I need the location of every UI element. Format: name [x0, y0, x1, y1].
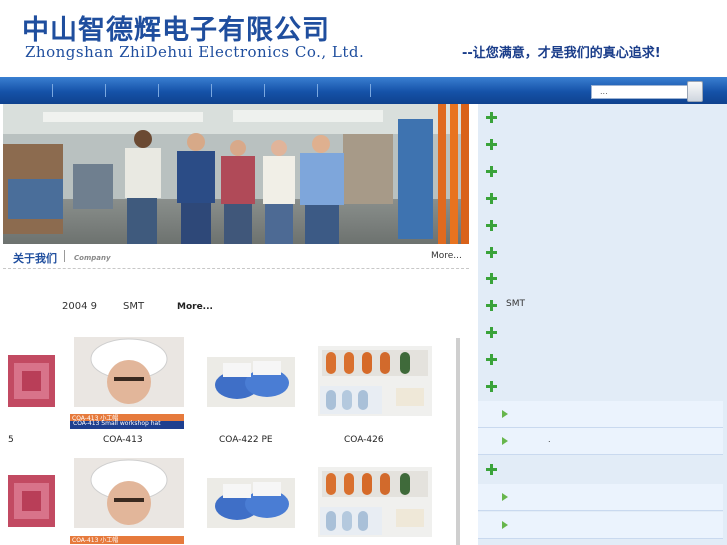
nav-separator	[105, 84, 106, 97]
product-tag-en: COA-413 Small workshop hat	[73, 420, 161, 427]
category-item[interactable]	[478, 240, 727, 266]
product-image-shoe-cover[interactable]	[207, 357, 295, 407]
nav-separator	[370, 84, 371, 97]
product-image-finger-cots[interactable]	[318, 346, 432, 416]
nav-separator	[52, 84, 53, 97]
category-item[interactable]	[478, 320, 727, 346]
subcategory-item[interactable]: .	[478, 428, 723, 455]
product-tag: COA-413 小工帽	[72, 537, 119, 544]
plus-icon	[486, 300, 497, 311]
news-more-link[interactable]: More...	[177, 302, 213, 312]
category-item[interactable]: SMT	[478, 293, 727, 319]
company-name-cn: 中山智德辉电子有限公司	[22, 15, 330, 46]
subcategory-item[interactable]	[478, 512, 723, 539]
category-item[interactable]	[478, 213, 727, 239]
product-image-workshop-hat[interactable]	[74, 337, 184, 407]
news-tag[interactable]: SMT	[123, 301, 144, 312]
site-header: 中山智德辉电子有限公司 Zhongshan ZhiDehui Electroni…	[0, 0, 727, 76]
arrow-right-icon	[502, 493, 508, 501]
plus-icon	[486, 273, 497, 284]
category-label: SMT	[506, 299, 525, 309]
category-item[interactable]	[478, 132, 727, 158]
news-date[interactable]: 2004 9	[62, 301, 97, 312]
plus-icon	[486, 327, 497, 338]
arrow-right-icon	[502, 437, 508, 445]
arrow-right-icon	[502, 521, 508, 529]
plus-icon	[486, 193, 497, 204]
scroll-track[interactable]	[456, 338, 460, 545]
nav-separator	[211, 84, 212, 97]
nav-separator	[264, 84, 265, 97]
arrow-right-icon	[502, 410, 508, 418]
product-image-finger-cots[interactable]	[318, 467, 432, 537]
product-caption[interactable]: 5	[8, 435, 14, 445]
divider	[64, 250, 65, 262]
plus-icon	[486, 464, 497, 475]
product-image-workshop-hat[interactable]	[74, 458, 184, 528]
product-caption[interactable]: COA-422 PE	[219, 435, 273, 445]
plus-icon	[486, 220, 497, 231]
slogan: --让您满意，才是我们的真心追求!	[462, 46, 661, 61]
about-title[interactable]: 关于我们	[13, 250, 57, 266]
category-item[interactable]	[478, 374, 727, 400]
plus-icon	[486, 381, 497, 392]
plus-icon	[486, 112, 497, 123]
category-item[interactable]	[478, 347, 727, 373]
product-caption[interactable]: COA-413	[103, 435, 143, 445]
subcategory-item[interactable]	[478, 484, 723, 511]
search-button[interactable]	[687, 81, 703, 102]
plus-icon	[486, 247, 497, 258]
about-more-link[interactable]: More...	[431, 251, 462, 261]
category-item[interactable]	[478, 159, 727, 185]
nav-separator	[317, 84, 318, 97]
product-tag-bar: COA-413 小工帽	[70, 536, 184, 544]
about-section-header: 关于我们 Company More...	[3, 246, 469, 269]
subcategory-item[interactable]	[478, 401, 723, 428]
factory-banner-image	[3, 104, 469, 244]
about-subtitle: Company	[74, 254, 111, 262]
product-image-shoe-cover[interactable]	[207, 478, 295, 528]
product-image-tray[interactable]	[8, 355, 55, 407]
category-item[interactable]	[478, 266, 727, 292]
nav-separator	[158, 84, 159, 97]
product-caption[interactable]: COA-426	[344, 435, 384, 445]
product-tag-bar-en: COA-413 Small workshop hat	[70, 420, 184, 429]
subcategory-label: .	[548, 435, 551, 444]
product-image-tray[interactable]	[8, 475, 55, 527]
plus-icon	[486, 139, 497, 150]
plus-icon	[486, 166, 497, 177]
company-name-en: Zhongshan ZhiDehui Electronics Co., Ltd.	[25, 43, 365, 61]
category-item[interactable]	[478, 186, 727, 212]
category-item[interactable]	[478, 105, 727, 131]
category-item[interactable]	[478, 457, 727, 483]
plus-icon	[486, 354, 497, 365]
search-input[interactable]: ...	[591, 85, 689, 99]
